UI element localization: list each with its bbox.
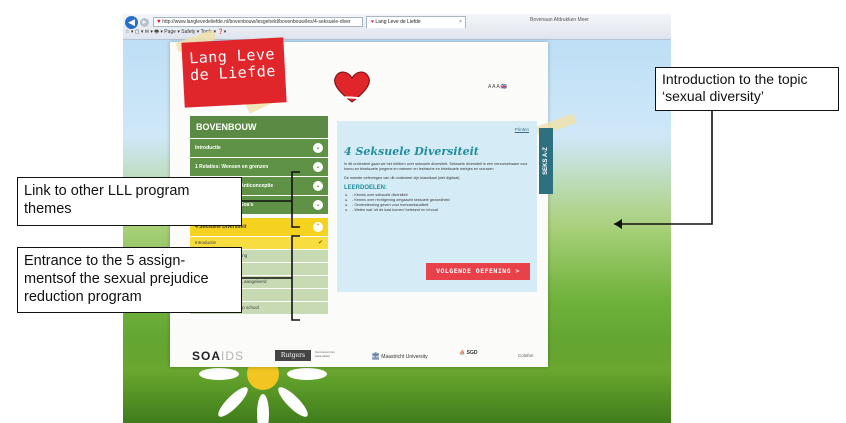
callout-link-themes: Link to other LLL program themes (17, 177, 242, 226)
figure: ◀ ▸ ♥ http://www.langlevedeliefde.nl/bov… (0, 0, 846, 423)
callout-assignments: Entrance to the 5 assign- mentsof the se… (17, 247, 242, 313)
intro-arrow (614, 111, 713, 225)
arrow-head-icon (614, 219, 622, 229)
callout-intro-topic: Introduction to the topic ‘sexual divers… (655, 67, 839, 111)
